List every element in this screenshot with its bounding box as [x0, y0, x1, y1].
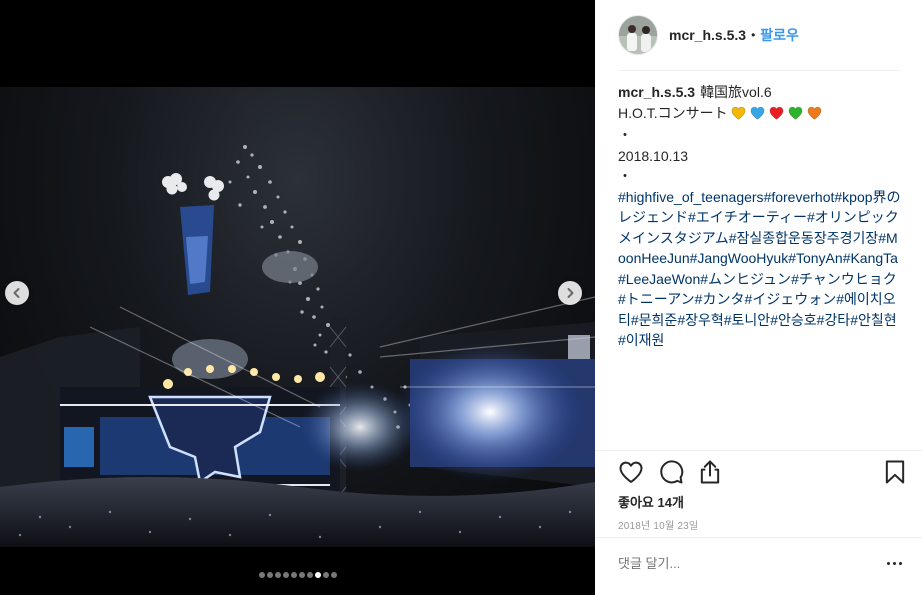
carousel-dot [330, 572, 337, 578]
comment-input[interactable] [618, 556, 838, 571]
heart-emoji-icon [788, 106, 803, 120]
next-slide-button[interactable] [558, 281, 582, 305]
comment-divider [595, 537, 922, 538]
hashtag-link[interactable]: #문희준 [631, 312, 677, 328]
hashtag-link[interactable]: #TonyAn [788, 250, 842, 266]
carousel-dot [266, 572, 273, 578]
more-dot-icon [886, 561, 890, 565]
hashtag-link[interactable]: #エイチオーティー [688, 209, 807, 225]
save-button[interactable] [881, 458, 909, 486]
hashtag-link[interactable]: #장우혁 [677, 312, 723, 328]
carousel-dot [322, 572, 329, 578]
follow-button[interactable]: 팔로우 [760, 25, 799, 45]
hashtag-link[interactable]: #foreverhot [764, 189, 835, 205]
like-button[interactable] [617, 458, 645, 486]
chevron-right-icon [567, 288, 574, 298]
hashtag-link[interactable]: #チャンウヒョク [791, 271, 897, 287]
share-icon [700, 460, 720, 484]
caption-bullet-2: ・ [618, 168, 632, 184]
post-header: mcr_h.s.5.3 • 팔로우 [595, 0, 922, 70]
carousel-dot [298, 572, 305, 578]
post-side-panel: mcr_h.s.5.3 • 팔로우 mcr_h.s.5.3 韓国旅vol.6 H.… [595, 0, 922, 595]
more-options-button[interactable] [881, 553, 907, 573]
comment-button[interactable] [657, 458, 685, 486]
share-button[interactable] [696, 458, 724, 486]
previous-slide-button[interactable] [5, 281, 29, 305]
caption-subtitle: H.O.T.コンサート [618, 104, 728, 121]
actions-divider [595, 450, 922, 451]
likes-count[interactable]: 좋아요 14개 [618, 492, 684, 511]
hashtag-link[interactable]: #잠실종합운동장주경기장 [729, 230, 878, 246]
carousel-dot [306, 572, 313, 578]
heart-emoji-icon [731, 106, 746, 120]
more-dot-icon [898, 561, 902, 565]
heart-emoji-icon [769, 106, 784, 120]
caption-username[interactable]: mcr_h.s.5.3 [618, 84, 695, 100]
carousel-indicator [0, 572, 595, 578]
caption-date: 2018.10.13 [618, 147, 689, 164]
hashtag-link[interactable]: #LeeJaeWon [618, 271, 700, 287]
hashtag-link[interactable]: #ムンヒジュン [700, 271, 791, 287]
hashtag-link[interactable]: #안칠현 [850, 312, 896, 328]
hashtag-link[interactable]: #이재원 [618, 332, 664, 348]
carousel-dot [258, 572, 265, 578]
hashtag-list: #highfive_of_teenagers#foreverhot#kpop界の… [618, 189, 901, 349]
heart-emoji-icon [750, 106, 765, 120]
caption-bullet-1: ・ [618, 127, 632, 143]
concert-photo [0, 87, 595, 547]
header-username[interactable]: mcr_h.s.5.3 [669, 27, 746, 43]
carousel-dot [274, 572, 281, 578]
carousel-dot [290, 572, 297, 578]
hashtag-link[interactable]: #안승호 [770, 312, 816, 328]
carousel-dot [282, 572, 289, 578]
header-separator: • [751, 28, 756, 42]
letterbox-top [0, 0, 595, 87]
avatar[interactable] [618, 15, 658, 55]
heart-emoji-row [731, 105, 826, 126]
letterbox-bottom [0, 547, 595, 595]
caption-title: 韓国旅vol.6 [700, 84, 772, 100]
chevron-left-icon [13, 288, 20, 298]
heart-outline-icon [619, 461, 643, 483]
heart-emoji-icon [807, 106, 822, 120]
post-caption: mcr_h.s.5.3 韓国旅vol.6 H.O.T.コンサート ・ 2018.1… [618, 82, 903, 351]
bookmark-icon [885, 460, 905, 484]
post-media-carousel [0, 0, 595, 595]
more-dot-icon [892, 561, 896, 565]
header-divider [619, 70, 900, 71]
hashtag-link[interactable]: #highfive_of_teenagers [618, 189, 764, 205]
hashtag-link[interactable]: #イジェウォン [744, 291, 836, 307]
hashtag-link[interactable]: #KangTa [843, 250, 898, 266]
hashtag-link[interactable]: #JangWooHyuk [690, 250, 789, 266]
hashtag-link[interactable]: #강타 [817, 312, 851, 328]
hashtag-link[interactable]: #カンタ [695, 291, 745, 307]
speech-bubble-icon [660, 460, 684, 484]
hashtag-link[interactable]: #토니안 [724, 312, 770, 328]
post-timestamp[interactable]: 2018년 10월 23일 [618, 517, 698, 532]
hashtag-link[interactable]: #トニーアン [618, 291, 695, 307]
carousel-dot [314, 572, 321, 578]
